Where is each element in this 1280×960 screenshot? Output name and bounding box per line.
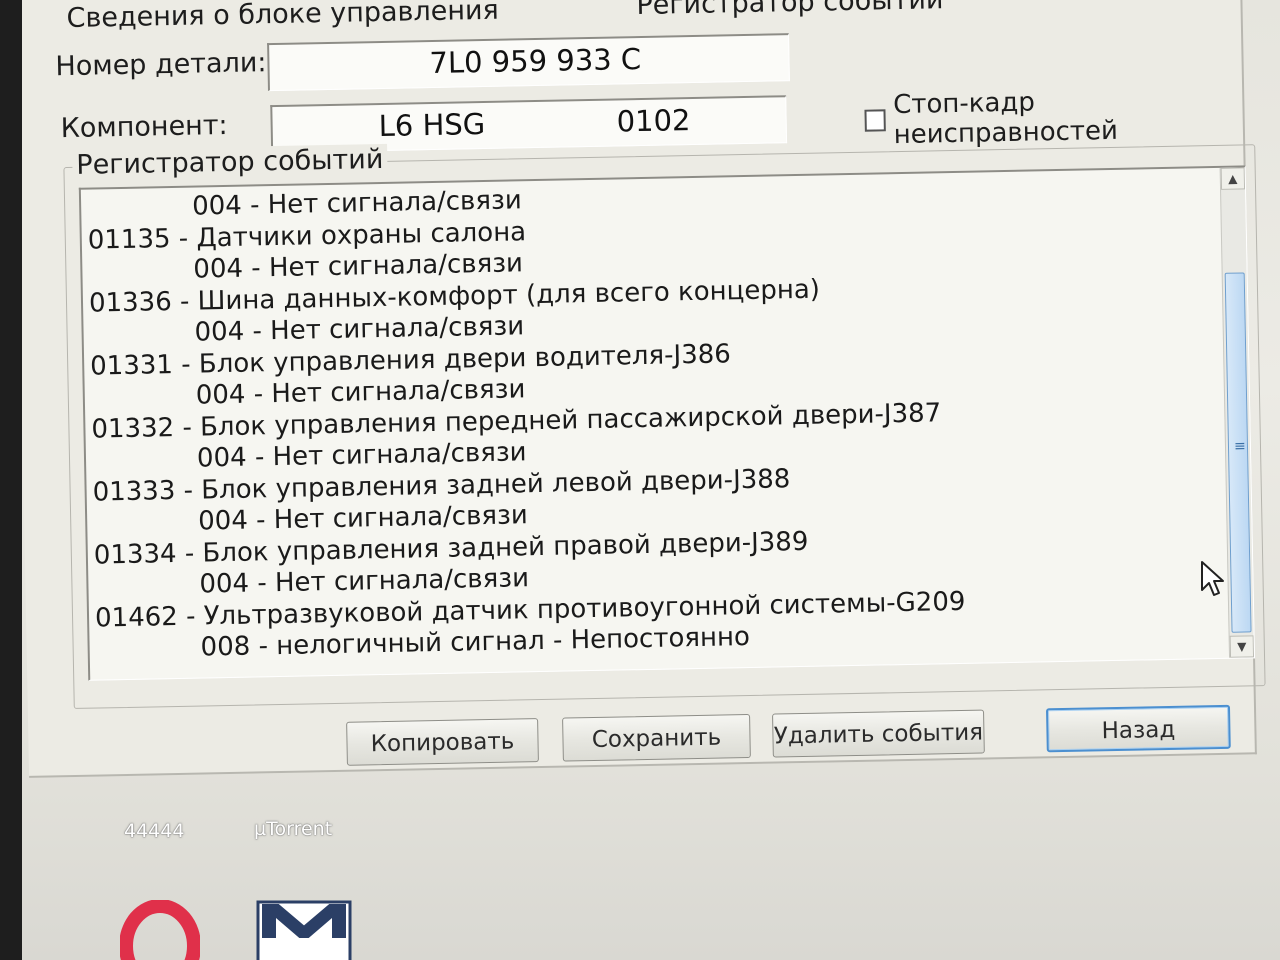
- back-button[interactable]: Назад: [1045, 704, 1231, 753]
- screen: Сведения о блоке управления Регистратор …: [0, 0, 1280, 960]
- opera-icon[interactable]: [120, 900, 200, 960]
- part-number-field[interactable]: 7L0 959 933 C: [267, 33, 790, 92]
- event-list-content: 004 - Нет сигнала/связи 01135 - Датчики о…: [81, 168, 1210, 679]
- control-module-info-title: Сведения о блоке управления: [62, 0, 504, 35]
- desktop-icon-utorrent-label[interactable]: µTorrent: [254, 818, 332, 840]
- desktop-icon-44444-label[interactable]: 44444: [124, 820, 184, 842]
- freeze-frame-label: Стоп-кадр неисправностей: [892, 87, 1119, 151]
- monitor-bezel: [0, 0, 22, 960]
- component-name-value: L6 HSG: [378, 106, 486, 144]
- save-button[interactable]: Сохранить: [562, 714, 751, 762]
- scroll-down-arrow-icon[interactable]: ▼: [1229, 635, 1255, 658]
- vcds-dialog-window: Сведения о блоке управления Регистратор …: [14, 0, 1266, 778]
- component-label: Компонент:: [60, 109, 228, 145]
- mouse-cursor-icon: [1201, 561, 1224, 596]
- delete-events-button[interactable]: Удалить события: [772, 709, 985, 758]
- part-number-value: 7L0 959 933 C: [429, 41, 642, 81]
- event-recorder-window-title: Регистратор событий: [632, 0, 948, 22]
- freeze-frame-checkbox[interactable]: [864, 109, 886, 132]
- scroll-thumb[interactable]: ≡: [1224, 272, 1252, 633]
- grip-icon: ≡: [1233, 438, 1246, 455]
- freeze-frame-option[interactable]: Стоп-кадр неисправностей: [864, 83, 1243, 150]
- part-number-label: Номер детали:: [55, 47, 267, 83]
- copy-button[interactable]: Копировать: [346, 718, 539, 766]
- event-recorder-title: Регистратор событий: [72, 143, 388, 181]
- m-app-icon[interactable]: [256, 898, 352, 960]
- component-code-value: 0102: [616, 103, 691, 139]
- scroll-up-arrow-icon[interactable]: ▲: [1220, 167, 1246, 190]
- event-list[interactable]: 004 - Нет сигнала/связи 01135 - Датчики о…: [78, 165, 1256, 681]
- event-recorder-group: Регистратор событий 004 - Нет сигнала/св…: [63, 143, 1266, 709]
